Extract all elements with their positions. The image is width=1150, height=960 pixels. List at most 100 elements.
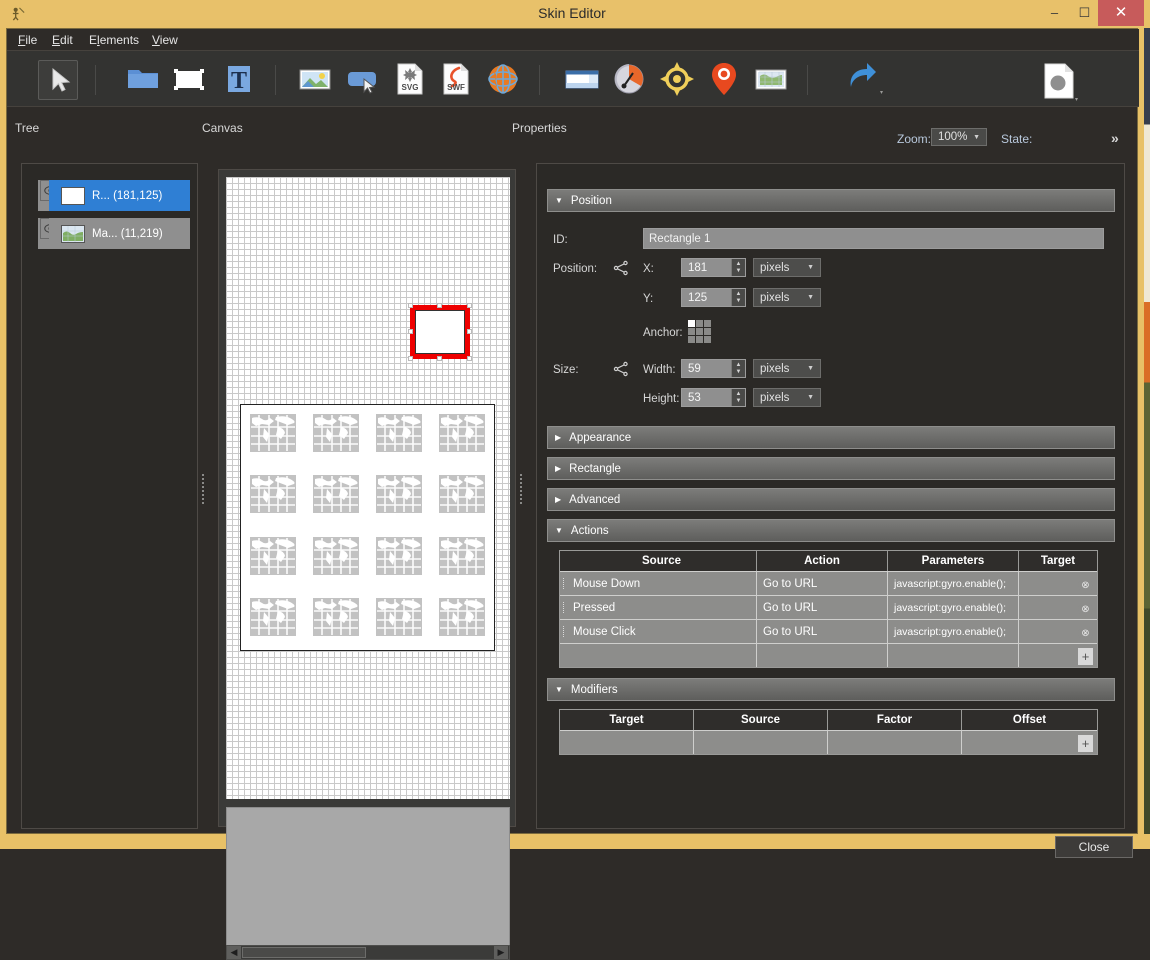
delete-row-button[interactable]: ⊗ <box>1078 626 1093 641</box>
swf-file-icon[interactable]: SWF <box>437 60 477 100</box>
resize-handle-s[interactable] <box>437 356 442 361</box>
cell-factor[interactable] <box>828 730 962 754</box>
scrollbar-thumb[interactable] <box>242 947 366 958</box>
cursor-select-icon[interactable] <box>38 60 78 100</box>
button-icon[interactable] <box>344 60 384 100</box>
image-icon[interactable] <box>296 60 336 100</box>
table-row[interactable]: Mouse Down Go to URL javascript:gyro.ena… <box>560 571 1097 595</box>
cell-source[interactable] <box>567 643 757 667</box>
link-position-icon[interactable] <box>613 260 629 276</box>
canvas-horizontal-scrollbar[interactable]: ◀ ▶ <box>226 945 510 960</box>
anchor-cell-top-right[interactable] <box>704 320 711 327</box>
text-icon[interactable]: T <box>220 60 260 100</box>
toolbar-overflow-button[interactable]: » <box>1111 130 1119 146</box>
close-button[interactable]: Close <box>1055 836 1133 858</box>
section-actions[interactable]: ▼ Actions <box>547 519 1115 542</box>
scroll-right-arrow-icon[interactable]: ▶ <box>494 946 508 959</box>
table-row[interactable]: Mouse Click Go to URL javascript:gyro.en… <box>560 619 1097 643</box>
state-shape-icon[interactable] <box>1039 60 1081 101</box>
window-close-button[interactable]: ✕ <box>1098 0 1144 26</box>
width-input[interactable]: 59 ▲ ▼ <box>681 359 746 378</box>
table-row[interactable]: Pressed Go to URL javascript:gyro.enable… <box>560 595 1097 619</box>
anchor-cell-bottom-right[interactable] <box>704 336 711 343</box>
scroll-left-arrow-icon[interactable]: ◀ <box>227 946 241 959</box>
add-modifier-button[interactable]: + <box>1078 735 1093 752</box>
table-row-empty[interactable] <box>560 643 1097 667</box>
id-field[interactable]: Rectangle 1 <box>643 228 1104 249</box>
cell-source[interactable]: Mouse Click <box>567 619 757 643</box>
x-stepper[interactable]: ▲ ▼ <box>731 259 745 276</box>
svg-file-icon[interactable]: SVG <box>391 60 431 100</box>
canvas-map-element[interactable] <box>240 404 495 651</box>
x-input[interactable]: 181 ▲ ▼ <box>681 258 746 277</box>
splitter-right[interactable] <box>518 469 524 509</box>
gauge-icon[interactable] <box>610 60 650 100</box>
anchor-cell-middle-right[interactable] <box>704 328 711 335</box>
canvas-selected-rectangle[interactable] <box>410 305 470 359</box>
anchor-cell-bottom-left[interactable] <box>688 336 695 343</box>
menu-file[interactable]: File <box>13 32 42 49</box>
height-stepper[interactable]: ▲ ▼ <box>731 389 745 406</box>
cell-parameters[interactable]: javascript:gyro.enable(); <box>888 571 1019 595</box>
tree-item-rectangle[interactable]: R... (181,125) <box>38 180 190 211</box>
folder-icon[interactable] <box>124 60 164 100</box>
link-size-icon[interactable] <box>613 361 629 377</box>
cell-action[interactable] <box>757 643 888 667</box>
cell-target[interactable] <box>560 730 694 754</box>
splitter-left[interactable] <box>200 469 206 509</box>
y-unit-combo[interactable]: pixels ▼ <box>753 288 821 307</box>
zoom-combo[interactable]: 100% ▼ <box>931 128 987 146</box>
globe-icon[interactable] <box>484 60 524 100</box>
canvas-grid[interactable] <box>226 177 510 799</box>
resize-handle-se[interactable] <box>467 356 472 361</box>
add-action-button[interactable]: + <box>1078 648 1093 665</box>
maximize-button[interactable]: ☐ <box>1068 0 1101 26</box>
cell-action[interactable]: Go to URL <box>757 595 888 619</box>
anchor-cell-bottom-center[interactable] <box>696 336 703 343</box>
table-row-empty[interactable] <box>560 730 1097 754</box>
section-modifiers[interactable]: ▼ Modifiers <box>547 678 1115 701</box>
resize-handle-ne[interactable] <box>467 303 472 308</box>
y-stepper[interactable]: ▲ ▼ <box>731 289 745 306</box>
cell-parameters[interactable] <box>888 643 1019 667</box>
row-drag-handle[interactable] <box>560 595 567 619</box>
section-position[interactable]: ▼ Position <box>547 189 1115 212</box>
resize-handle-nw[interactable] <box>408 303 413 308</box>
cell-source[interactable] <box>694 730 828 754</box>
anchor-widget[interactable] <box>688 320 711 343</box>
resize-handle-w[interactable] <box>408 329 413 334</box>
undo-icon[interactable] <box>843 60 889 100</box>
compass-icon[interactable] <box>658 60 698 100</box>
menu-elements[interactable]: Elements <box>84 32 144 49</box>
delete-row-button[interactable]: ⊗ <box>1078 578 1093 593</box>
height-input[interactable]: 53 ▲ ▼ <box>681 388 746 407</box>
resize-handle-e[interactable] <box>467 329 472 334</box>
menu-edit[interactable]: Edit <box>47 32 78 49</box>
panel-icon[interactable] <box>563 60 603 100</box>
y-input[interactable]: 125 ▲ ▼ <box>681 288 746 307</box>
rectangle-icon[interactable] <box>170 60 210 100</box>
height-unit-combo[interactable]: pixels ▼ <box>753 388 821 407</box>
resize-handle-n[interactable] <box>437 303 442 308</box>
cell-action[interactable]: Go to URL <box>757 619 888 643</box>
cell-source[interactable]: Mouse Down <box>567 571 757 595</box>
cell-parameters[interactable]: javascript:gyro.enable(); <box>888 595 1019 619</box>
anchor-cell-top-center[interactable] <box>696 320 703 327</box>
minimize-button[interactable]: – <box>1038 0 1071 26</box>
section-appearance[interactable]: ▶ Appearance <box>547 426 1115 449</box>
width-stepper[interactable]: ▲ ▼ <box>731 360 745 377</box>
menu-view[interactable]: View <box>147 32 183 49</box>
width-unit-combo[interactable]: pixels ▼ <box>753 359 821 378</box>
delete-row-button[interactable]: ⊗ <box>1078 602 1093 617</box>
x-unit-combo[interactable]: pixels ▼ <box>753 258 821 277</box>
row-drag-handle[interactable] <box>560 571 567 595</box>
cell-parameters[interactable]: javascript:gyro.enable(); <box>888 619 1019 643</box>
section-advanced[interactable]: ▶ Advanced <box>547 488 1115 511</box>
cell-action[interactable]: Go to URL <box>757 571 888 595</box>
cell-source[interactable]: Pressed <box>567 595 757 619</box>
anchor-cell-top-left[interactable] <box>688 320 695 327</box>
anchor-cell-middle-center[interactable] <box>696 328 703 335</box>
row-drag-handle[interactable] <box>560 619 567 643</box>
map-pin-icon[interactable] <box>705 60 745 100</box>
section-rectangle[interactable]: ▶ Rectangle <box>547 457 1115 480</box>
